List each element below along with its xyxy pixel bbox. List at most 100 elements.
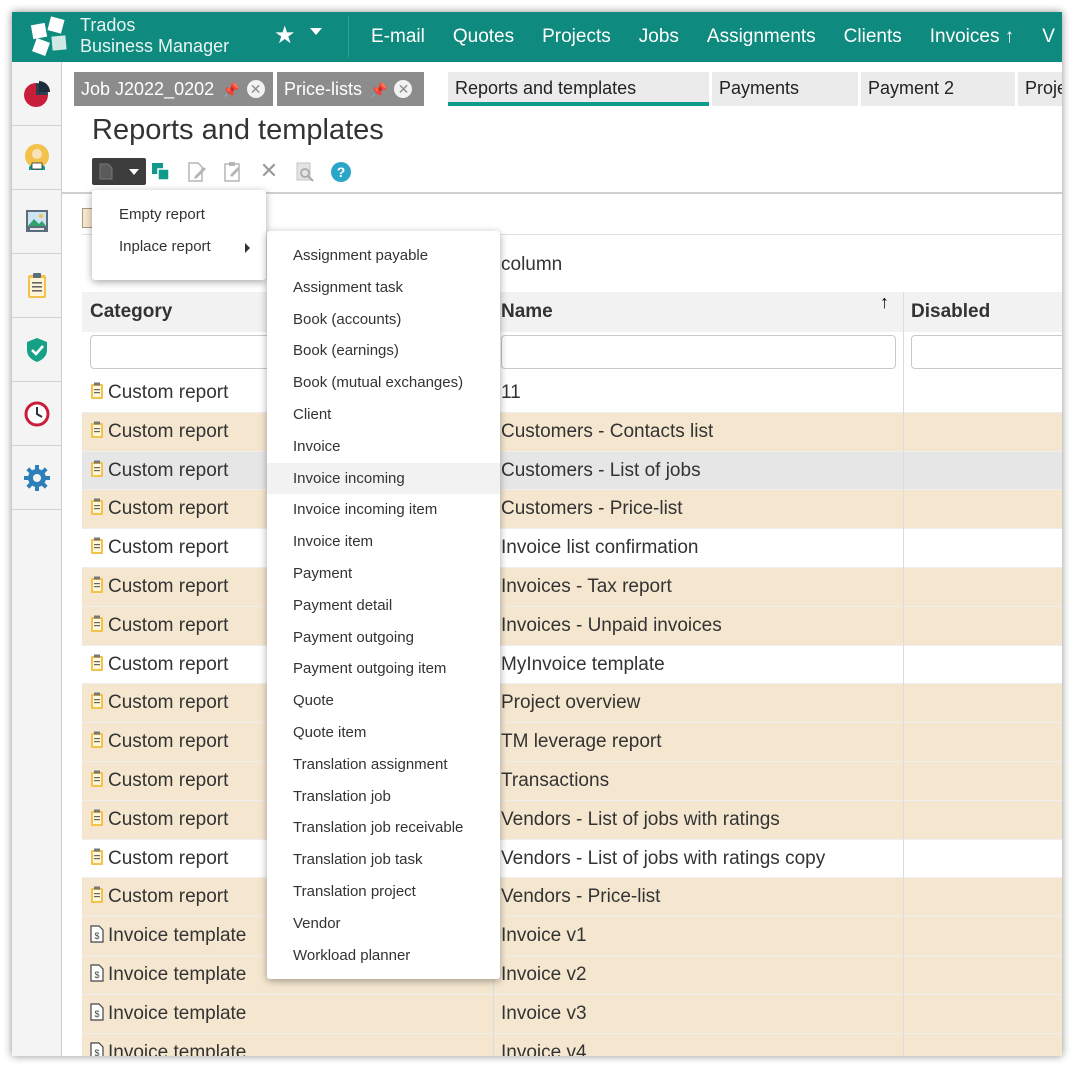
submenu-item[interactable]: Payment xyxy=(267,558,500,590)
menu-item-inplace-report[interactable]: Inplace report xyxy=(92,231,266,263)
sidebar-item-dashboard[interactable] xyxy=(12,62,61,126)
submenu-item[interactable]: Translation job task xyxy=(267,844,500,876)
delete-icon[interactable]: ✕ xyxy=(258,158,280,183)
table-row[interactable]: $ Invoice template Invoice v1 xyxy=(82,917,1062,956)
submenu-item[interactable]: Translation assignment xyxy=(267,749,500,781)
table-row[interactable]: Custom report MyInvoice template xyxy=(82,645,1062,685)
tab-price-lists[interactable]: Price-lists 📌 ✕ xyxy=(277,72,424,106)
table-row[interactable]: Custom report Customers - List of jobs xyxy=(82,451,1062,491)
nav-item[interactable]: E-mail xyxy=(357,12,439,62)
column-header-disabled[interactable]: Disabled xyxy=(903,292,1062,332)
submenu-item[interactable]: Translation project xyxy=(267,876,500,908)
name-cell: Invoice list confirmation xyxy=(501,537,699,559)
sidebar-item-gallery[interactable] xyxy=(12,190,61,254)
column-header-name[interactable]: Name xyxy=(493,292,904,332)
sidebar-item-security[interactable] xyxy=(12,318,61,382)
category-cell: $ Invoice template xyxy=(90,1034,246,1056)
menu-item-empty-report[interactable]: Empty report xyxy=(92,199,266,231)
submenu-item[interactable]: Book (accounts) xyxy=(267,304,500,336)
pin-icon[interactable]: 📌 xyxy=(370,82,387,98)
table-row[interactable]: Custom report Vendors - List of jobs with… xyxy=(82,839,1062,879)
submenu-item[interactable]: Book (mutual exchanges) xyxy=(267,367,500,399)
submenu-item[interactable]: Quote item xyxy=(267,717,500,749)
submenu-item[interactable]: Invoice xyxy=(267,431,500,463)
category-label: Invoice template xyxy=(108,1041,247,1056)
submenu-item[interactable]: Vendor xyxy=(267,908,500,940)
category-cell: Custom report xyxy=(90,490,228,528)
submenu-item[interactable]: Payment outgoing xyxy=(267,622,500,654)
submenu-item[interactable]: Invoice incoming xyxy=(267,462,500,495)
gallery-icon xyxy=(25,209,48,232)
tab-projects[interactable]: Projec xyxy=(1018,72,1062,106)
table-row[interactable]: Custom report Transactions xyxy=(82,761,1062,801)
submenu-item[interactable]: Quote xyxy=(267,685,500,717)
category-cell: Custom report xyxy=(90,529,228,567)
gear-icon xyxy=(23,464,50,491)
table-row[interactable]: Custom report Invoice list confirmation xyxy=(82,529,1062,568)
table-row[interactable]: Custom report TM leverage report xyxy=(82,723,1062,762)
table-row[interactable]: Custom report Customers - Contacts list xyxy=(82,412,1062,452)
tab-label: Job J2022_0202 xyxy=(81,79,215,99)
table-row[interactable]: Custom report Vendors - Price-list xyxy=(82,878,1062,918)
copy-icon[interactable] xyxy=(150,161,172,183)
tab-job-j2022-0202[interactable]: Job J2022_0202 📌 ✕ xyxy=(74,72,273,106)
submenu-item[interactable]: Workload planner xyxy=(267,940,500,972)
nav-item[interactable]: Assignments xyxy=(693,12,830,62)
new-button[interactable] xyxy=(92,158,146,185)
pin-icon[interactable]: 📌 xyxy=(222,82,239,98)
submenu-item[interactable]: Invoice item xyxy=(267,526,500,558)
table-row[interactable]: Custom report Invoices - Unpaid invoices xyxy=(82,606,1062,646)
brand-line-2: Business Manager xyxy=(80,36,230,56)
table-row[interactable]: Custom report Invoices - Tax report xyxy=(82,567,1062,607)
page-title: Reports and templates xyxy=(92,114,384,146)
app-window: Trados Business Manager ★ E-mail Quotes Pr… xyxy=(12,12,1062,1056)
edit-icon[interactable] xyxy=(186,161,208,183)
table-row[interactable]: $ Invoice template Invoice v3 xyxy=(82,994,1062,1034)
nav-item[interactable]: Quotes xyxy=(439,12,528,62)
table-row[interactable]: Custom report 11 xyxy=(82,374,1062,413)
category-cell: Custom report xyxy=(90,646,228,684)
submenu-item[interactable]: Translation job receivable xyxy=(267,812,500,844)
help-icon[interactable]: ? xyxy=(330,161,352,183)
nav-item[interactable]: Jobs xyxy=(625,12,693,62)
disabled-filter-input[interactable] xyxy=(911,335,1062,369)
topbar-divider xyxy=(348,16,349,58)
nav-item[interactable]: Invoices ↑ xyxy=(916,12,1028,62)
preview-icon[interactable] xyxy=(294,161,316,183)
close-icon[interactable]: ✕ xyxy=(246,80,265,98)
close-icon[interactable]: ✕ xyxy=(394,80,413,98)
tab-payments[interactable]: Payments xyxy=(712,72,858,106)
table-row[interactable]: $ Invoice template Invoice v2 xyxy=(82,955,1062,995)
nav-item[interactable]: Clients xyxy=(830,12,916,62)
tab-reports-and-templates[interactable]: Reports and templates xyxy=(448,72,709,106)
submenu-item[interactable]: Translation job xyxy=(267,781,500,813)
custom-report-icon xyxy=(91,654,103,671)
main-nav: E-mail Quotes Projects Jobs Assignments Clien… xyxy=(357,12,1062,62)
paste-icon[interactable] xyxy=(222,161,244,183)
chevron-down-icon[interactable] xyxy=(129,169,139,175)
submenu-item[interactable]: Book (earnings) xyxy=(267,335,500,367)
nav-item[interactable]: V xyxy=(1028,12,1062,62)
submenu-item[interactable]: Invoice incoming item xyxy=(267,494,500,526)
sidebar-item-history[interactable] xyxy=(12,382,61,446)
submenu-item[interactable]: Assignment payable xyxy=(267,240,500,272)
nav-item[interactable]: Projects xyxy=(528,12,625,62)
favorites-dropdown-icon[interactable] xyxy=(310,28,322,35)
sidebar-item-tasks[interactable] xyxy=(12,254,61,318)
table-row[interactable]: Custom report Vendors - List of jobs with… xyxy=(82,800,1062,840)
sidebar-item-users[interactable] xyxy=(12,126,61,190)
submenu-item[interactable]: Payment outgoing item xyxy=(267,653,500,685)
submenu-item[interactable]: Payment detail xyxy=(267,590,500,622)
table-row[interactable]: Custom report Project overview xyxy=(82,684,1062,724)
submenu-item[interactable]: Client xyxy=(267,399,500,431)
sort-ascending-icon[interactable]: ↑ xyxy=(880,292,889,313)
name-filter-input[interactable] xyxy=(501,335,896,369)
tab-payment-2[interactable]: Payment 2 xyxy=(861,72,1015,106)
sidebar-item-settings[interactable] xyxy=(12,446,61,510)
table-row[interactable]: Custom report Customers - Price-list xyxy=(82,490,1062,530)
table-row[interactable]: $ Invoice template Invoice v4 xyxy=(82,1033,1062,1056)
favorites-star-icon[interactable]: ★ xyxy=(274,22,296,50)
name-cell: Customers - List of jobs xyxy=(501,459,701,481)
invoice-template-icon: $ xyxy=(90,1003,104,1021)
submenu-item[interactable]: Assignment task xyxy=(267,272,500,304)
